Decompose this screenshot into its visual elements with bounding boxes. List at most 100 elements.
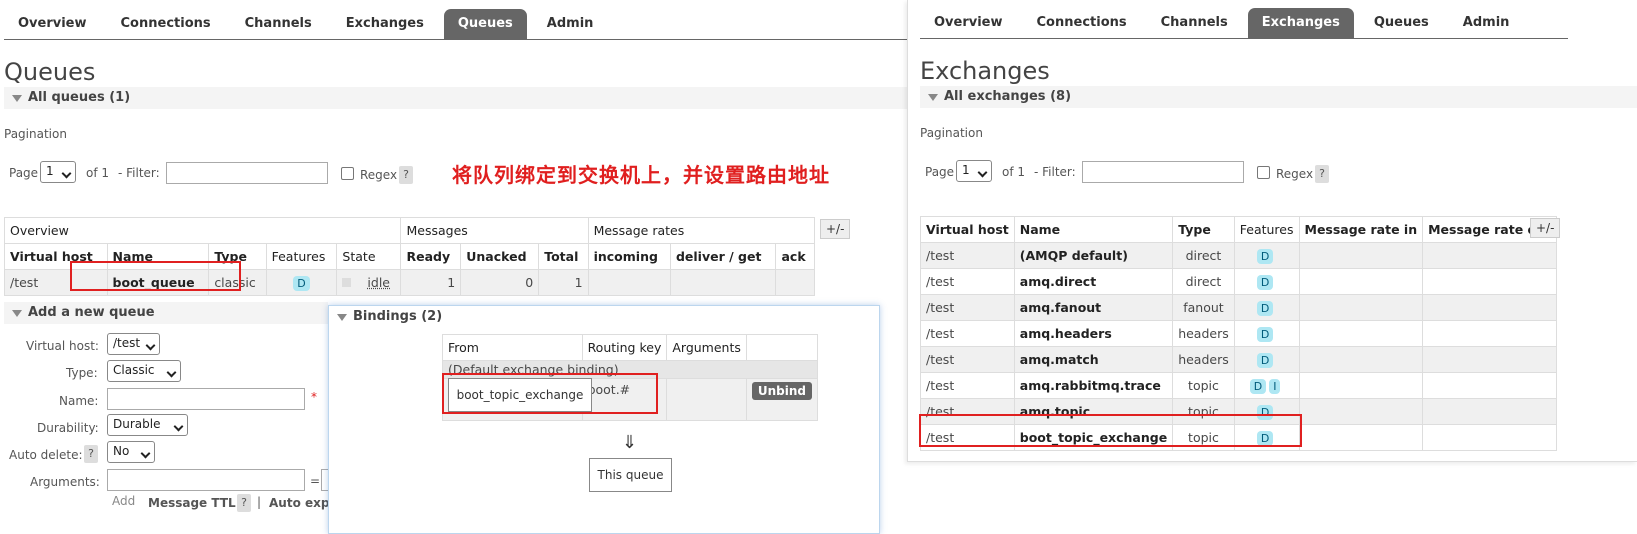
- page-title: Queues: [4, 58, 96, 86]
- binding-arguments: [666, 378, 747, 421]
- col-rate-in[interactable]: Message rate in: [1298, 216, 1424, 243]
- auto-expire-link[interactable]: Auto expi: [269, 496, 334, 510]
- unbind-button[interactable]: Unbind: [751, 382, 812, 400]
- table-row[interactable]: /test (AMQP default) direct D: [920, 242, 1557, 269]
- row-rate-out: [1422, 320, 1557, 347]
- regex-checkbox[interactable]: [1257, 166, 1270, 179]
- virtual-host-select[interactable]: /test: [107, 333, 160, 355]
- col-virtual-host[interactable]: Virtual host: [920, 216, 1015, 243]
- queue-name-input[interactable]: [107, 388, 305, 410]
- row-features: DI: [1233, 372, 1300, 399]
- col-ready[interactable]: Ready: [400, 243, 462, 270]
- row-rate-in: [1298, 294, 1424, 321]
- col-ack[interactable]: ack: [775, 243, 815, 270]
- row-features: D: [1233, 320, 1300, 347]
- durability-select[interactable]: Durable: [107, 414, 188, 436]
- row-vhost: /test: [920, 268, 1015, 295]
- row-type: headers: [1172, 346, 1235, 373]
- col-total[interactable]: Total: [538, 243, 589, 270]
- tab-queues[interactable]: Queues: [443, 9, 527, 39]
- auto-delete-help-icon[interactable]: ?: [84, 445, 98, 463]
- highlight-binding: [442, 373, 658, 414]
- row-vhost: /test: [920, 320, 1015, 347]
- tab-admin[interactable]: Admin: [533, 9, 608, 39]
- all-exchanges-toggle[interactable]: All exchanges (8): [920, 86, 1637, 108]
- required-mark: *: [311, 390, 317, 404]
- feature-badge: D: [1256, 300, 1274, 316]
- type-select[interactable]: Classic: [107, 360, 181, 382]
- tab-queues[interactable]: Queues: [1360, 8, 1443, 38]
- row-type: direct: [1172, 268, 1235, 295]
- page-select[interactable]: 1: [40, 161, 76, 183]
- col-features[interactable]: Features: [265, 243, 338, 270]
- row-exchange-name[interactable]: amq.fanout: [1013, 294, 1174, 321]
- collapse-triangle-icon: [337, 314, 347, 321]
- table-row[interactable]: /test amq.headers headers D: [920, 320, 1557, 347]
- row-exchange-name[interactable]: amq.headers: [1013, 320, 1174, 347]
- row-exchange-name[interactable]: (AMQP default): [1013, 242, 1174, 269]
- tab-exchanges[interactable]: Exchanges: [1247, 8, 1354, 38]
- all-queues-toggle[interactable]: All queues (1): [4, 87, 907, 109]
- tab-channels[interactable]: Channels: [231, 9, 326, 39]
- feature-badge: I: [1269, 378, 1281, 394]
- row-rate-out: [1422, 242, 1557, 269]
- table-row[interactable]: /test amq.fanout fanout D: [920, 294, 1557, 321]
- col-features[interactable]: Features: [1233, 216, 1300, 243]
- bindings-toggle[interactable]: Bindings (2): [329, 306, 879, 328]
- state-text: idle: [367, 275, 390, 290]
- columns-toggle-button[interactable]: +/-: [820, 219, 851, 239]
- table-row[interactable]: /test amq.rabbitmq.trace topic D I: [920, 372, 1557, 399]
- col-deliver-get[interactable]: deliver / get: [669, 243, 777, 270]
- regex-help-icon[interactable]: ?: [1315, 165, 1329, 183]
- add-queue-toggle[interactable]: Add a new queue: [4, 302, 328, 324]
- page-label: Page: [925, 165, 955, 179]
- filter-input[interactable]: [1082, 161, 1244, 183]
- feature-badge: D: [1249, 378, 1267, 394]
- col-type[interactable]: Type: [1172, 216, 1235, 243]
- page-of-label: of 1: [86, 166, 110, 180]
- ttl-help-icon[interactable]: ?: [237, 494, 251, 512]
- tab-connections[interactable]: Connections: [1023, 8, 1141, 38]
- all-queues-label: All queues (1): [28, 90, 131, 105]
- tab-overview[interactable]: Overview: [4, 9, 101, 39]
- filter-input[interactable]: [166, 162, 328, 184]
- table-row[interactable]: /test amq.direct direct D: [920, 268, 1557, 295]
- virtual-host-label: Virtual host:: [26, 339, 99, 353]
- tab-connections[interactable]: Connections: [107, 9, 225, 39]
- table-row[interactable]: /test amq.match headers D: [920, 346, 1557, 373]
- durable-badge: D: [293, 275, 310, 291]
- row-vhost: /test: [920, 372, 1015, 399]
- tab-overview[interactable]: Overview: [920, 8, 1017, 38]
- binding-actions: Unbind: [745, 378, 819, 421]
- tab-channels[interactable]: Channels: [1147, 8, 1242, 38]
- arguments-label: Arguments:: [30, 475, 100, 489]
- page-select[interactable]: 1: [956, 160, 992, 182]
- exchanges-nav: Overview Connections Channels Exchanges …: [920, 8, 1568, 39]
- regex-help-icon[interactable]: ?: [399, 166, 413, 184]
- col-unacked[interactable]: Unacked: [460, 243, 540, 270]
- col-name[interactable]: Name: [1013, 216, 1174, 243]
- col-incoming[interactable]: incoming: [587, 243, 671, 270]
- tab-admin[interactable]: Admin: [1449, 8, 1524, 38]
- argument-key-input[interactable]: [107, 469, 305, 491]
- auto-delete-select[interactable]: No: [107, 441, 155, 463]
- row-rate-out: [1422, 372, 1557, 399]
- group-messages: Messages: [400, 217, 589, 244]
- col-state[interactable]: State: [336, 243, 402, 270]
- annotation-text: 将队列绑定到交换机上，并设置路由地址: [452, 163, 830, 187]
- highlight-queue-name: [70, 261, 241, 291]
- row-exchange-name[interactable]: amq.match: [1013, 346, 1174, 373]
- columns-toggle-button[interactable]: +/-: [1530, 218, 1561, 238]
- row-exchange-name[interactable]: amq.rabbitmq.trace: [1013, 372, 1174, 399]
- row-features: D: [265, 269, 338, 296]
- col-from: From: [442, 334, 583, 361]
- virtual-host-value: /test: [113, 336, 141, 350]
- collapse-triangle-icon: [12, 95, 22, 102]
- row-rate-out: [1422, 424, 1557, 451]
- regex-checkbox[interactable]: [341, 167, 354, 180]
- tab-exchanges[interactable]: Exchanges: [332, 9, 438, 39]
- message-ttl-link[interactable]: Message TTL: [148, 496, 236, 510]
- row-rate-in: [1298, 320, 1424, 347]
- row-exchange-name[interactable]: amq.direct: [1013, 268, 1174, 295]
- row-state: idle: [336, 269, 402, 296]
